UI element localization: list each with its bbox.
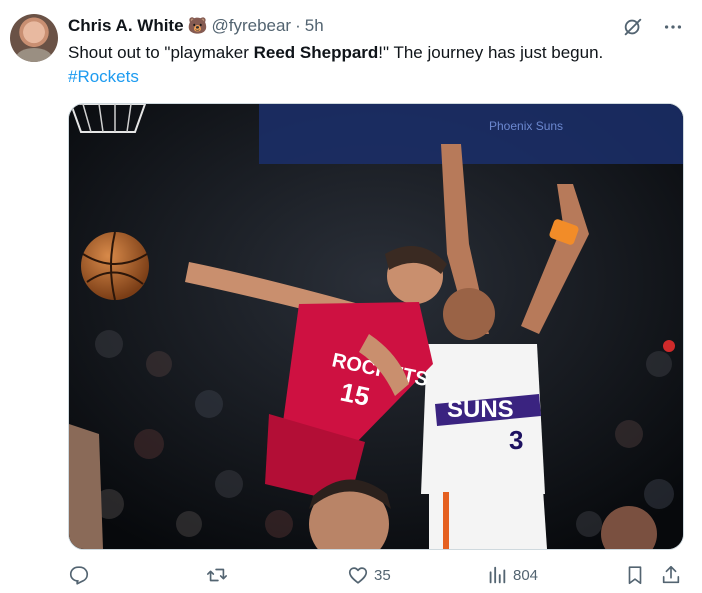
- suns-jersey-word: SUNS: [447, 396, 514, 423]
- tweet-actions: 35 804: [58, 560, 688, 590]
- basketball-photo: Phoenix Suns SUNS 3 15: [69, 104, 683, 549]
- avatar-shirt: [16, 48, 52, 62]
- edge-player-arm: [69, 424, 103, 549]
- like-count: 35: [374, 566, 391, 584]
- avatar[interactable]: [10, 14, 58, 62]
- reply-button[interactable]: [68, 560, 95, 590]
- grok-icon: [624, 18, 642, 36]
- separator-dot: ·: [295, 16, 301, 35]
- hashtag-link[interactable]: #Rockets: [68, 67, 139, 86]
- views-icon: [489, 566, 506, 584]
- views-button[interactable]: 804: [486, 560, 538, 590]
- tweet-bold-name: Reed Sheppard: [253, 43, 379, 62]
- bookmark-button[interactable]: [624, 560, 646, 590]
- share-button[interactable]: [660, 560, 682, 590]
- views-count: 804: [513, 566, 539, 584]
- repost-button[interactable]: [206, 560, 233, 590]
- tweet-photo[interactable]: Phoenix Suns SUNS 3 15: [68, 103, 684, 550]
- bookmark-icon: [628, 566, 642, 585]
- tweet-top-actions: [620, 14, 686, 40]
- like-button[interactable]: 35: [347, 560, 391, 590]
- tweet-header: Chris A. White 🐻 @fyrebear · 5h: [68, 15, 324, 37]
- more-icon: [664, 25, 682, 29]
- tweet-text-line: Shout out to "playmaker Reed Sheppard!" …: [68, 41, 688, 65]
- suns-jersey-number: 3: [509, 425, 523, 455]
- share-icon: [662, 565, 680, 584]
- tweet-card[interactable]: Chris A. White 🐻 @fyrebear · 5h Shout ou…: [0, 0, 702, 593]
- author-handle[interactable]: @fyrebear: [211, 16, 291, 36]
- heart-icon: [348, 567, 368, 584]
- timestamp[interactable]: 5h: [305, 16, 324, 36]
- rockets-jersey-number: 15: [338, 377, 373, 412]
- reply-icon: [69, 566, 89, 585]
- red-light: [663, 340, 675, 352]
- repost-icon: [207, 568, 227, 582]
- author-name[interactable]: Chris A. White: [68, 16, 184, 36]
- tweet-text: Shout out to "playmaker Reed Sheppard!" …: [68, 41, 688, 89]
- arena-banner-text: Phoenix Suns: [489, 119, 563, 133]
- basketball: [81, 231, 149, 301]
- bear-emoji-icon: 🐻: [187, 18, 208, 35]
- more-options-button[interactable]: [660, 14, 686, 40]
- tweet-text-before: Shout out to "playmaker: [68, 43, 254, 62]
- tweet-text-after: !" The journey has just begun.: [378, 43, 604, 62]
- arena-banner: [259, 104, 683, 164]
- grok-button[interactable]: [620, 14, 646, 40]
